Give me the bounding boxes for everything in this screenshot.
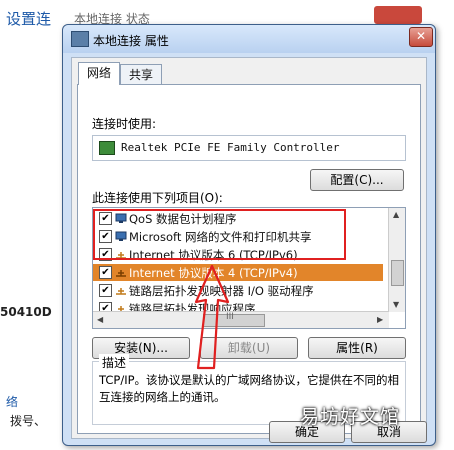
- adapter-name: Realtek PCIe FE Family Controller: [121, 141, 340, 154]
- scroll-up-icon[interactable]: ▲: [393, 210, 399, 219]
- dialog-title: 本地连接 属性: [93, 34, 169, 48]
- annotation-arrow-icon: [194, 264, 230, 370]
- dialog-titlebar[interactable]: 本地连接 属性: [63, 25, 435, 53]
- list-item-selected[interactable]: ✔ Internet 协议版本 4 (TCP/IPv4): [93, 264, 383, 281]
- list-item[interactable]: ✔ 链路层拓扑发现映射器 I/O 驱动程序: [93, 282, 383, 299]
- description-title: 描述: [99, 354, 130, 371]
- scroll-down-icon[interactable]: ▼: [393, 300, 399, 309]
- scroll-left-icon[interactable]: ◀: [97, 315, 103, 324]
- horizontal-scrollbar[interactable]: ◀ III ▶: [93, 311, 389, 328]
- connect-using-label: 连接时使用:: [92, 117, 157, 131]
- configure-button[interactable]: 配置(C)...: [310, 169, 404, 191]
- checkbox[interactable]: ✔: [99, 266, 112, 279]
- scroll-right-icon[interactable]: ▶: [377, 315, 383, 324]
- vertical-scrollbar[interactable]: ▲ ▼: [388, 208, 405, 312]
- vertical-scroll-thumb[interactable]: [391, 260, 404, 286]
- background-text-1: 50410D: [0, 305, 52, 319]
- background-title: 设置连: [6, 10, 52, 28]
- background-link[interactable]: 络: [6, 393, 18, 410]
- items-label: 此连接使用下列项目(O):: [92, 191, 223, 205]
- adapter-field: Realtek PCIe FE Family Controller: [92, 135, 406, 161]
- checkbox[interactable]: ✔: [99, 284, 112, 297]
- background-close-button[interactable]: [374, 6, 422, 24]
- tab-network[interactable]: 网络: [78, 62, 120, 85]
- protocol-icon: [116, 288, 126, 295]
- protocol-icon: [116, 270, 126, 277]
- watermark: 易坊好文馆: [300, 406, 401, 428]
- description-text: TCP/IP。该协议是默认的广域网络协议，它提供在不同的相互连接的网络上的通讯。: [99, 373, 400, 404]
- annotation-highlight-box: [93, 209, 346, 260]
- background-text-3: 拨号、: [10, 414, 47, 428]
- network-connection-icon: [71, 31, 89, 47]
- properties-button[interactable]: 属性(R): [308, 337, 406, 359]
- close-button[interactable]: ✕: [409, 27, 433, 47]
- network-adapter-icon: [99, 141, 115, 155]
- tab-sharing[interactable]: 共享: [120, 64, 162, 85]
